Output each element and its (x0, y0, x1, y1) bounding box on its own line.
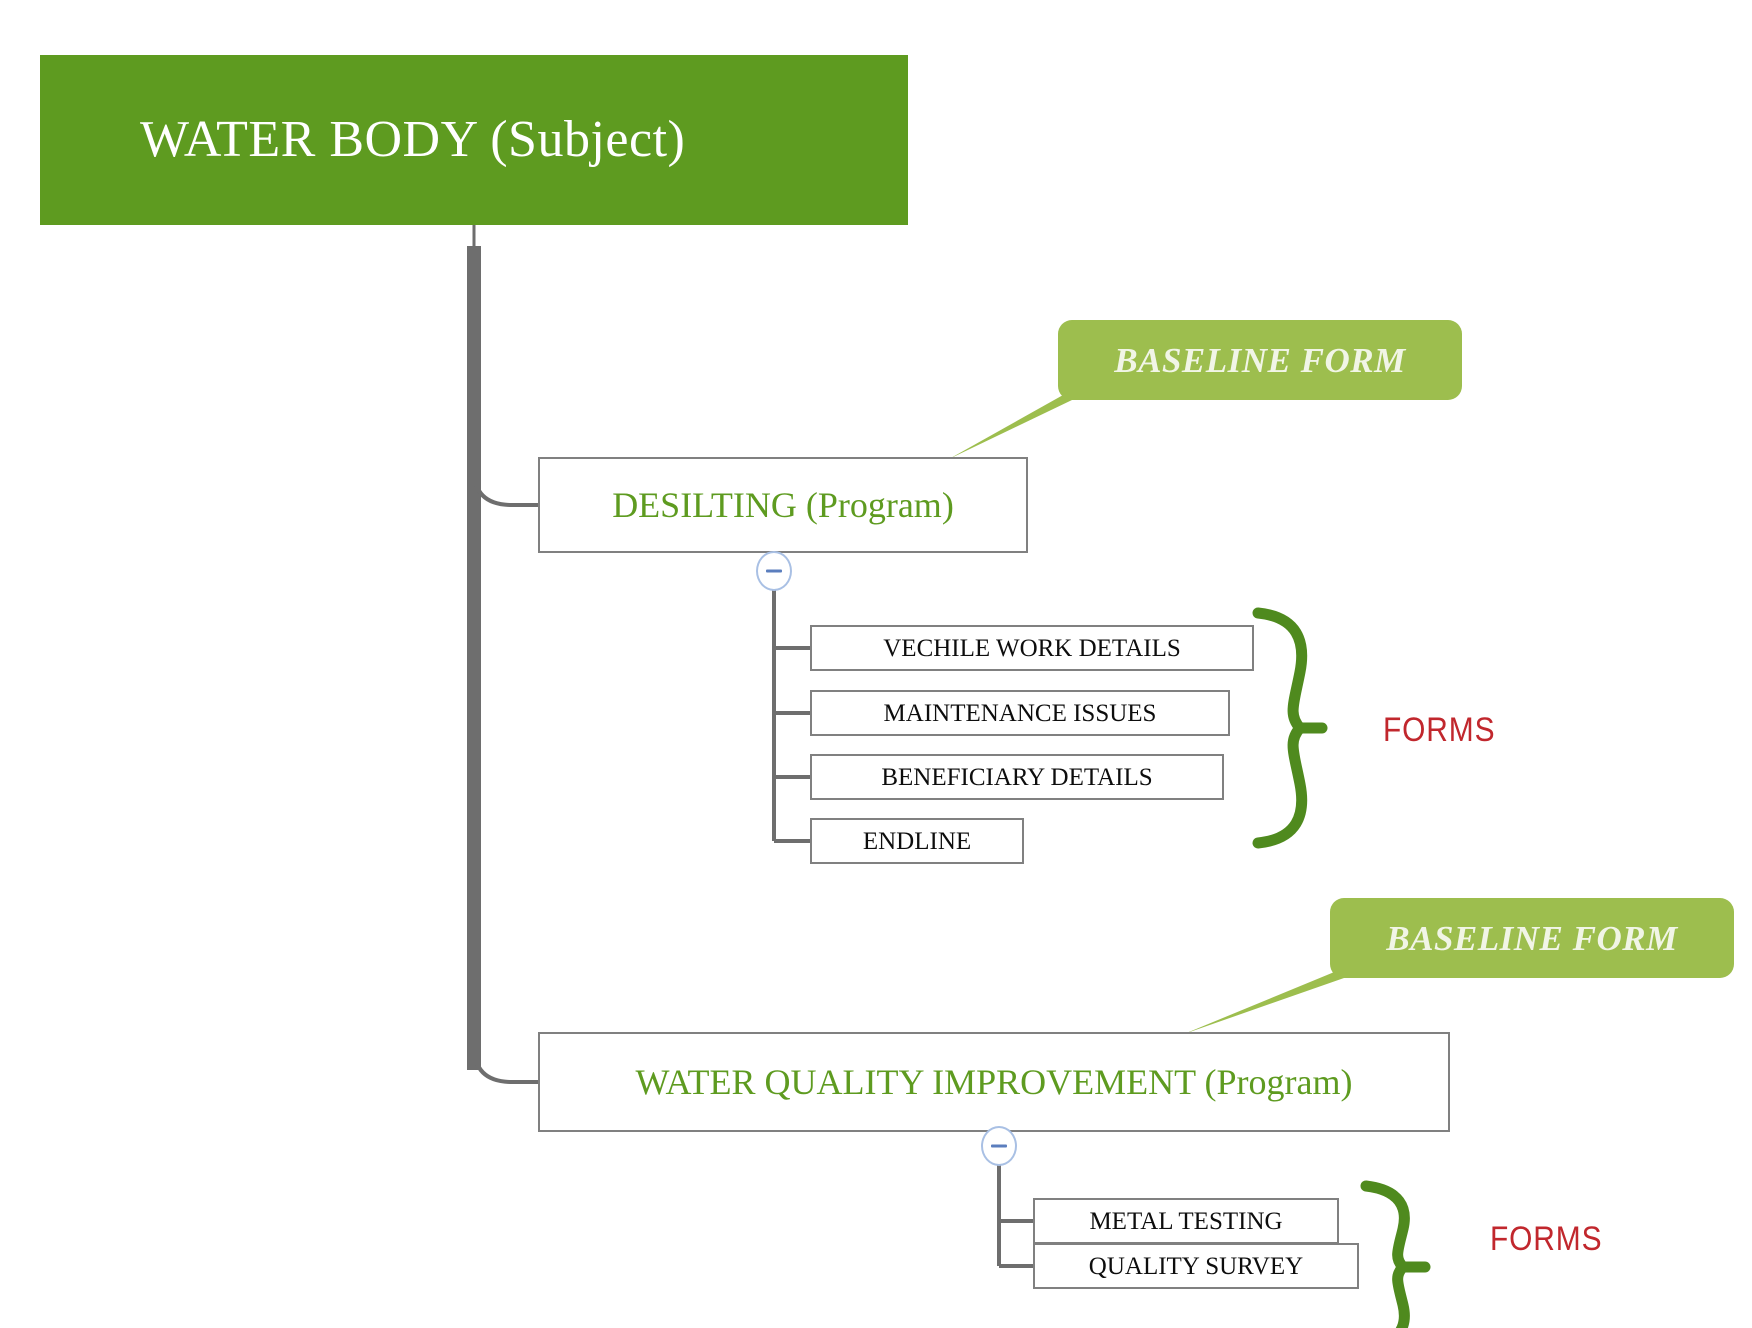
program-label: DESILTING (Program) (612, 485, 954, 525)
callout-tail-desilting (949, 390, 1072, 459)
callout-baseline-form-waterquality[interactable]: BASELINE FORM (1330, 898, 1734, 978)
form-box-vechile-work-details[interactable]: VECHILE WORK DETAILS (810, 625, 1254, 671)
form-box-metal-testing[interactable]: METAL TESTING (1033, 1198, 1339, 1244)
form-label: METAL TESTING (1089, 1207, 1283, 1235)
diagram-canvas: WATER BODY (Subject) BASELINE FORM DESIL… (0, 0, 1752, 1328)
form-box-maintenance-issues[interactable]: MAINTENANCE ISSUES (810, 690, 1230, 736)
form-label: MAINTENANCE ISSUES (883, 699, 1157, 727)
callout-label: BASELINE FORM (1386, 918, 1678, 958)
form-box-quality-survey[interactable]: QUALITY SURVEY (1033, 1243, 1359, 1289)
callout-label: BASELINE FORM (1114, 340, 1406, 380)
minus-icon[interactable] (756, 551, 792, 591)
callout-baseline-form-desilting[interactable]: BASELINE FORM (1058, 320, 1462, 400)
form-label: VECHILE WORK DETAILS (883, 634, 1181, 662)
branch-desilting (472, 469, 538, 507)
program-box-water-quality-improvement[interactable]: WATER QUALITY IMPROVEMENT (Program) (538, 1032, 1450, 1132)
subject-label: WATER BODY (Subject) (140, 111, 686, 168)
brace-forms-desilting (1252, 607, 1308, 849)
form-label: QUALITY SURVEY (1088, 1252, 1304, 1280)
brace-forms-waterquality (1360, 1180, 1411, 1328)
subject-box[interactable]: WATER BODY (Subject) (40, 55, 908, 225)
minus-icon[interactable] (981, 1126, 1017, 1166)
program-box-desilting[interactable]: DESILTING (Program) (538, 457, 1028, 553)
form-label: BENEFICIARY DETAILS (881, 763, 1153, 791)
program-label: WATER QUALITY IMPROVEMENT (Program) (635, 1062, 1353, 1102)
form-box-endline[interactable]: ENDLINE (810, 818, 1024, 864)
forms-group-label-desilting: FORMS (1383, 711, 1496, 749)
forms-group-label-waterquality: FORMS (1490, 1220, 1603, 1258)
form-label: ENDLINE (862, 827, 972, 855)
form-box-beneficiary-details[interactable]: BENEFICIARY DETAILS (810, 754, 1224, 800)
branch-waterquality (472, 1045, 538, 1084)
callout-tail-waterquality (1184, 968, 1344, 1034)
